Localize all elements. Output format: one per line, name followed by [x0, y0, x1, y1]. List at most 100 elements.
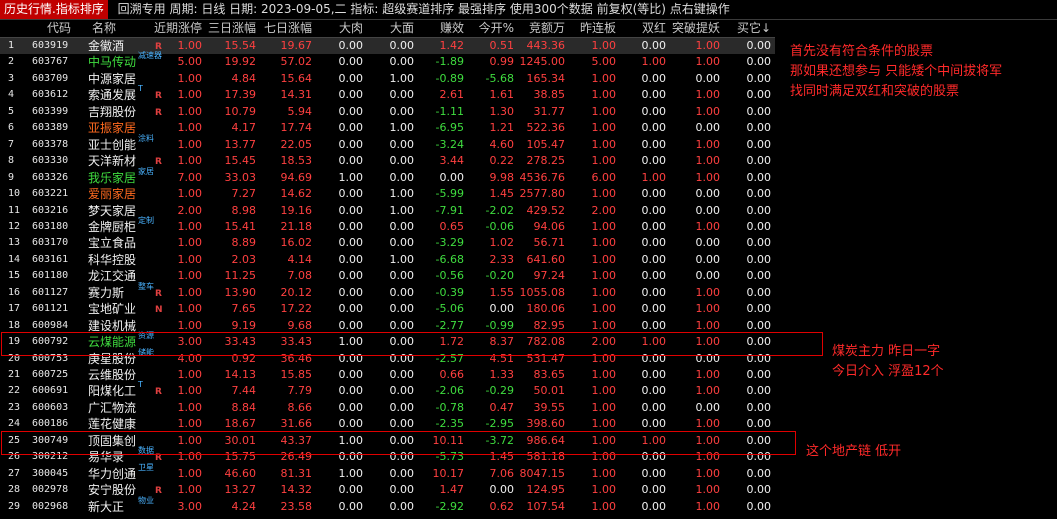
cell-value: 83.65: [533, 368, 566, 381]
cell-value: -3.29: [435, 236, 464, 250]
table-row[interactable]: 16 601127 赛力斯 整车 R 1.00 13.90 20.12 0.00 0.00 -0.3…: [0, 282, 775, 301]
cell-value: 15.64: [280, 71, 313, 85]
stock-code: 603919: [32, 40, 69, 51]
column-header[interactable]: [0, 20, 30, 37]
cell-value: 0.00: [695, 187, 721, 201]
row-index: 17: [8, 303, 21, 315]
cell-value: -5.99: [435, 187, 464, 201]
table-row[interactable]: 15 601180 龙江交通 1.00 11.25 7.08 0.00 0.00 -0.56 -0…: [0, 268, 775, 284]
cell-value: 39.55: [533, 400, 566, 414]
table-row[interactable]: 28 002978 安宁股份 R 1.00 13.27 14.32 0.00 0.00 1.47 0…: [0, 482, 775, 498]
cell-value: 0.00: [746, 55, 772, 69]
stock-name-cell: 中马传动 减速器: [88, 51, 162, 70]
table-row[interactable]: 5 603399 吉翔股份 R 1.00 10.79 5.94 0.00 0.00 -1.11 1.…: [0, 104, 775, 120]
cell-value: -0.56: [435, 269, 464, 283]
stock-name: 中马传动: [88, 55, 137, 70]
row-index: 27: [8, 467, 21, 479]
cell-value: 17.22: [280, 302, 313, 316]
cell-value: 1.00: [591, 39, 617, 52]
cell-value: 1.00: [591, 252, 617, 266]
table-row[interactable]: 7 603378 亚士创能 涂料 1.00 13.77 22.05 0.00 0.00 -3.24…: [0, 134, 775, 153]
stock-name-cell: 中源家居: [88, 71, 154, 87]
cell-value: 19.67: [280, 39, 313, 52]
cell-value: 10.17: [432, 466, 465, 480]
cell-value: 0.00: [338, 499, 364, 513]
column-header[interactable]: 代码: [30, 20, 88, 37]
row-index: 13: [8, 237, 21, 249]
cell-value: 31.77: [533, 104, 566, 118]
table-row[interactable]: 29 002968 新大正 物业 3.00 4.24 23.58 0.00 0.00 -2.92 0…: [0, 496, 775, 515]
cell-value: 0.00: [389, 154, 415, 168]
table-row[interactable]: 8 603330 天洋新材 R 1.00 15.45 18.53 0.00 0.00 3.44 0.…: [0, 153, 775, 169]
table-row[interactable]: 24 600186 莲花健康 1.00 18.67 31.66 0.00 0.00 -2.35 -…: [0, 416, 775, 432]
cell-value: 1.00: [591, 417, 617, 431]
cell-value: 8.84: [231, 400, 257, 414]
cell-value: 1.00: [695, 154, 721, 168]
cell-value: 1.21: [489, 121, 515, 135]
stock-name-cell: 科华控股: [88, 252, 154, 268]
table-row[interactable]: 3 603709 中源家居 1.00 4.84 15.64 0.00 1.00 -0.89 -5.…: [0, 71, 775, 87]
cell-value: 1.00: [591, 302, 617, 316]
table-row[interactable]: 4 603612 索通发展 T R 1.00 17.39 14.31 0.00 0.00 2.61 1…: [0, 84, 775, 103]
cell-value: 1.00: [695, 302, 721, 316]
table-row[interactable]: 23 600603 广汇物流 1.00 8.84 8.66 0.00 0.00 -0.78 0.4…: [0, 400, 775, 416]
row-index: 9: [8, 171, 15, 183]
cell-value: 0.00: [641, 187, 667, 201]
cell-value: 14.62: [280, 187, 313, 201]
column-header[interactable]: 近期涨停: [154, 20, 206, 37]
column-header[interactable]: 双红: [620, 20, 670, 37]
cell-value: 0.00: [746, 187, 772, 201]
cell-value: 0.99: [489, 55, 515, 69]
column-header[interactable]: 突破提妖: [670, 20, 724, 37]
column-header[interactable]: 昨连板: [569, 20, 620, 37]
column-header[interactable]: 今开%: [468, 20, 518, 37]
row-index: 28: [8, 484, 21, 496]
table-row[interactable]: 2 603767 中马传动 减速器 5.00 19.92 57.02 0.00 0.00 -1.8…: [0, 51, 775, 70]
stock-name: 华力创通: [88, 466, 137, 481]
column-header[interactable]: 大肉: [316, 20, 367, 37]
table-row[interactable]: 27 300045 华力创通 卫星 1.00 46.60 81.31 1.00 0.00 10.1…: [0, 463, 775, 482]
column-header[interactable]: 买它↓: [724, 20, 775, 37]
cell-value: 0.00: [746, 170, 772, 184]
cell-value: 0.00: [695, 121, 721, 135]
cell-value: 0.00: [695, 252, 721, 266]
table-row[interactable]: 6 603389 亚振家居 1.00 4.17 17.74 0.00 1.00 -6.95 1.2…: [0, 120, 775, 136]
cell-value: 10.79: [224, 104, 257, 118]
table-row[interactable]: 10 603221 爱丽家居 1.00 7.27 14.62 0.00 1.00 -5.99 1.…: [0, 186, 775, 202]
cell-value: 0.00: [746, 269, 772, 283]
table-row[interactable]: 11 603216 梦天家居 2.00 8.98 19.16 0.00 1.00 -7.91 -2…: [0, 203, 775, 219]
column-header[interactable]: 三日涨幅: [206, 20, 260, 37]
table-row[interactable]: 14 603161 科华控股 1.00 2.03 4.14 0.00 1.00 -6.68 2.3…: [0, 252, 775, 268]
cell-value: -0.39: [435, 285, 464, 299]
column-header[interactable]: 名称: [86, 20, 154, 37]
tab-history-indicator-sort[interactable]: 历史行情.指标排序: [0, 0, 108, 19]
cell-value: 0.00: [746, 499, 772, 513]
table-row[interactable]: 9 603326 我乐家居 家居 7.00 33.03 94.69 1.00 0.00 0.00 9…: [0, 167, 775, 186]
column-header[interactable]: 赚效: [418, 20, 468, 37]
table-row[interactable]: 22 600691 阳煤化工 T R 1.00 7.44 7.79 0.00 0.00 -2.06 -…: [0, 380, 775, 399]
cell-value: 0.00: [389, 236, 415, 250]
cell-value: 14.13: [224, 368, 257, 381]
column-header[interactable]: 七日涨幅: [260, 20, 316, 37]
cell-value: 107.54: [526, 499, 566, 513]
cell-value: 0.66: [439, 368, 465, 381]
cell-value: 0.00: [338, 417, 364, 431]
column-header[interactable]: 竞额万: [518, 20, 569, 37]
stock-name: 吉翔股份: [88, 104, 137, 119]
table-row[interactable]: 13 603170 宝立食品 1.00 8.89 16.02 0.00 0.00 -3.29 1.…: [0, 235, 775, 251]
cell-value: 1.00: [591, 285, 617, 299]
cell-value: 0.00: [439, 170, 465, 184]
table-row[interactable]: 17 601121 宝地矿业 N 1.00 7.65 17.22 0.00 0.00 -5.06 0…: [0, 301, 775, 317]
cell-value: 9.98: [489, 170, 515, 184]
cell-value: -5.68: [485, 71, 514, 85]
table-row[interactable]: 1 603919 金徽酒 R 1.00 15.54 19.67 0.00 0.00 1.42 0.5…: [0, 38, 775, 54]
table-row[interactable]: 21 600725 云维股份 1.00 14.13 15.85 0.00 0.00 0.66 1.…: [0, 367, 775, 383]
cell-value: 0.00: [746, 400, 772, 414]
column-header[interactable]: 大面: [367, 20, 418, 37]
cell-value: 1.00: [591, 121, 617, 135]
table-row[interactable]: 12 603180 金牌厨柜 定制 1.00 15.41 21.18 0.00 0.00 0.65…: [0, 216, 775, 235]
cell-value: 1.02: [489, 236, 515, 250]
cell-value: 33.03: [224, 170, 257, 184]
stock-name: 科华控股: [88, 252, 137, 267]
cell-value: 1.00: [177, 252, 203, 266]
